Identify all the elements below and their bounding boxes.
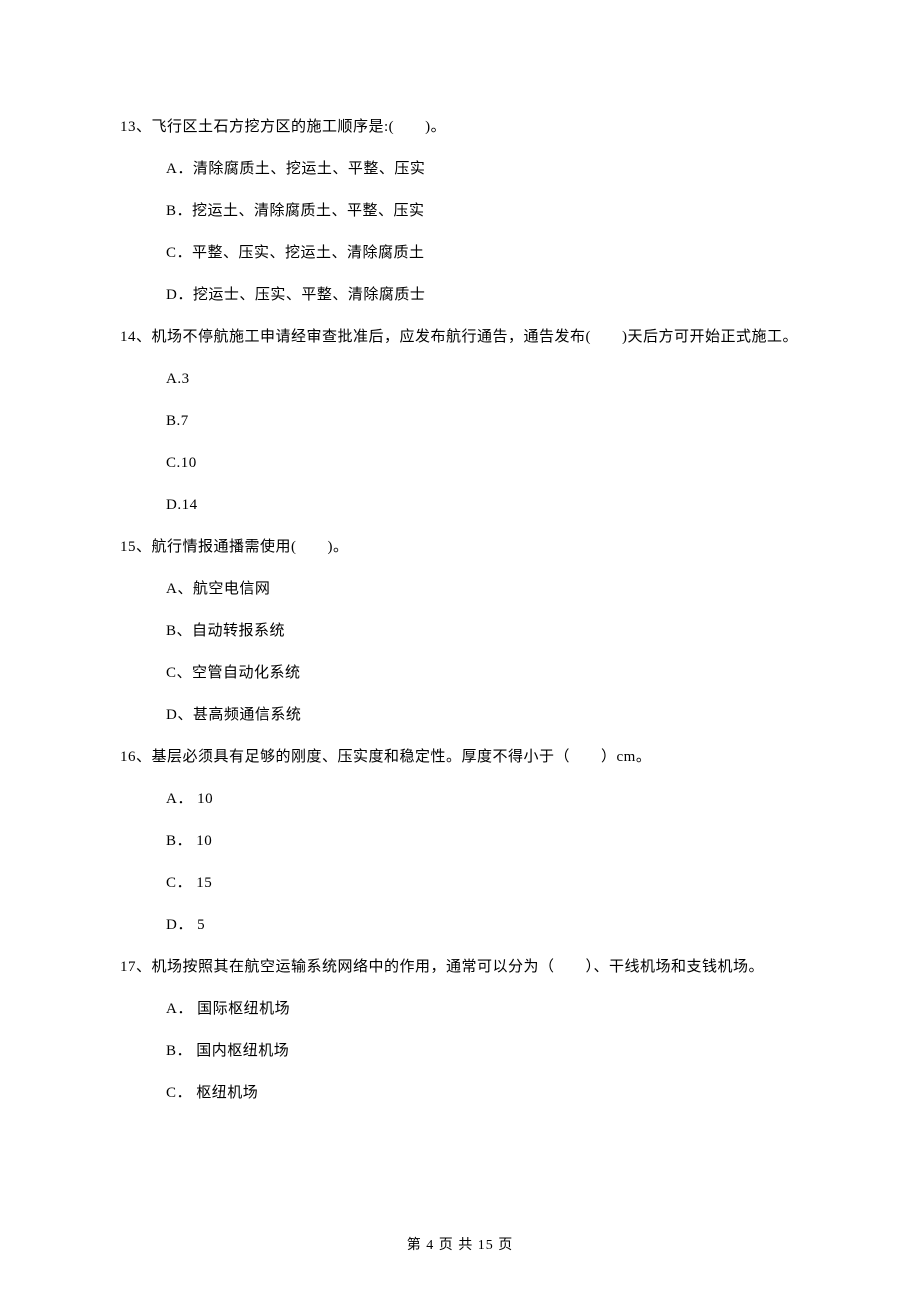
option-d: D．挖运士、压实、平整、清除腐质士: [166, 283, 800, 307]
option-c: C.10: [166, 451, 800, 475]
question-stem: 16、基层必须具有足够的刚度、压实度和稳定性。厚度不得小于（ ）cm。: [120, 745, 800, 769]
page-footer: 第 4 页 共 15 页: [0, 1234, 920, 1254]
option-b: B、自动转报系统: [166, 619, 800, 643]
option-b: B． 10: [166, 829, 800, 853]
option-d: D.14: [166, 493, 800, 517]
option-c: C． 15: [166, 871, 800, 895]
option-a: A． 10: [166, 787, 800, 811]
page-content: 13、飞行区土石方挖方区的施工顺序是:( )。 A．清除腐质土、挖运土、平整、压…: [0, 0, 920, 1105]
option-a: A.3: [166, 367, 800, 391]
question-stem: 13、飞行区土石方挖方区的施工顺序是:( )。: [120, 115, 800, 139]
option-b: B.7: [166, 409, 800, 433]
option-d: D． 5: [166, 913, 800, 937]
option-c: C．平整、压实、挖运土、清除腐质土: [166, 241, 800, 265]
question-stem: 17、机场按照其在航空运输系统网络中的作用，通常可以分为（ ）、干线机场和支钱机…: [120, 955, 800, 979]
option-b: B．挖运土、清除腐质土、平整、压实: [166, 199, 800, 223]
question-stem: 15、航行情报通播需使用( )。: [120, 535, 800, 559]
option-d: D、甚高频通信系统: [166, 703, 800, 727]
question-stem: 14、机场不停航施工申请经审查批准后，应发布航行通告，通告发布( )天后方可开始…: [120, 325, 800, 349]
option-b: B． 国内枢纽机场: [166, 1039, 800, 1063]
option-a: A．清除腐质土、挖运土、平整、压实: [166, 157, 800, 181]
option-a: A． 国际枢纽机场: [166, 997, 800, 1021]
option-c: C、空管自动化系统: [166, 661, 800, 685]
option-c: C． 枢纽机场: [166, 1081, 800, 1105]
option-a: A、航空电信网: [166, 577, 800, 601]
